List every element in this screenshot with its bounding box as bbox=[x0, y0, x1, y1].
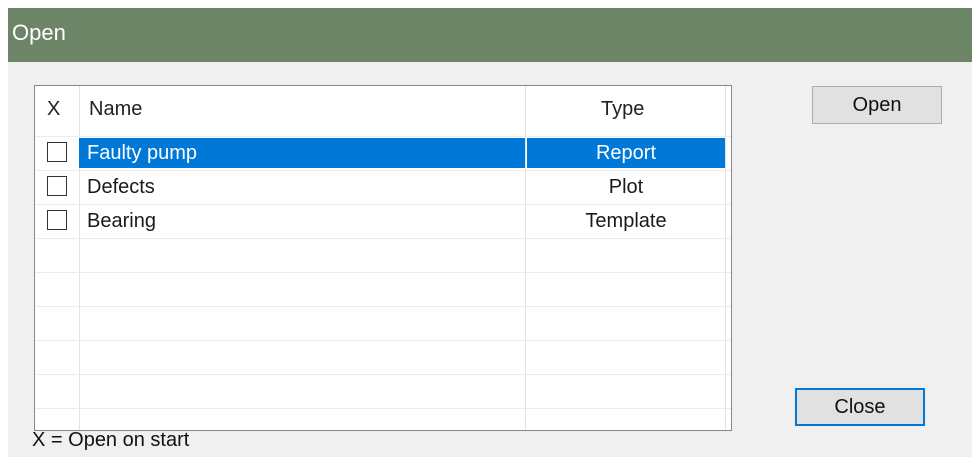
list-item-type: Plot bbox=[608, 176, 644, 198]
file-list[interactable]: X Name Type Faulty pump Report Defects P… bbox=[34, 85, 732, 431]
dialog-title: Open bbox=[12, 20, 66, 45]
row-divider bbox=[35, 272, 731, 273]
legend-note: X = Open on start bbox=[32, 429, 190, 451]
row-divider bbox=[35, 408, 731, 409]
list-item-name: Bearing bbox=[87, 210, 156, 232]
list-item-type: Template bbox=[585, 210, 667, 232]
column-header-type[interactable]: Type bbox=[601, 98, 644, 121]
list-item-name: Faulty pump bbox=[79, 138, 525, 168]
open-on-start-checkbox[interactable] bbox=[47, 176, 67, 196]
row-divider bbox=[35, 306, 731, 307]
list-item-name: Defects bbox=[87, 176, 155, 198]
open-button[interactable]: Open bbox=[812, 86, 942, 124]
open-on-start-checkbox[interactable] bbox=[47, 142, 67, 162]
list-item[interactable]: Faulty pump Report bbox=[35, 137, 731, 170]
open-dialog: Open X Name Type Faulty pump Report Defe… bbox=[8, 8, 972, 457]
close-button[interactable]: Close bbox=[795, 388, 925, 426]
title-bar[interactable]: Open bbox=[8, 8, 972, 62]
open-on-start-checkbox[interactable] bbox=[47, 210, 67, 230]
row-divider bbox=[35, 340, 731, 341]
list-item[interactable]: Defects Plot bbox=[35, 171, 731, 204]
column-header-x[interactable]: X bbox=[47, 98, 60, 121]
list-item-type: Report bbox=[527, 138, 725, 168]
row-divider bbox=[35, 238, 731, 239]
list-item[interactable]: Bearing Template bbox=[35, 205, 731, 238]
row-divider bbox=[35, 374, 731, 375]
column-header-name[interactable]: Name bbox=[89, 98, 142, 121]
